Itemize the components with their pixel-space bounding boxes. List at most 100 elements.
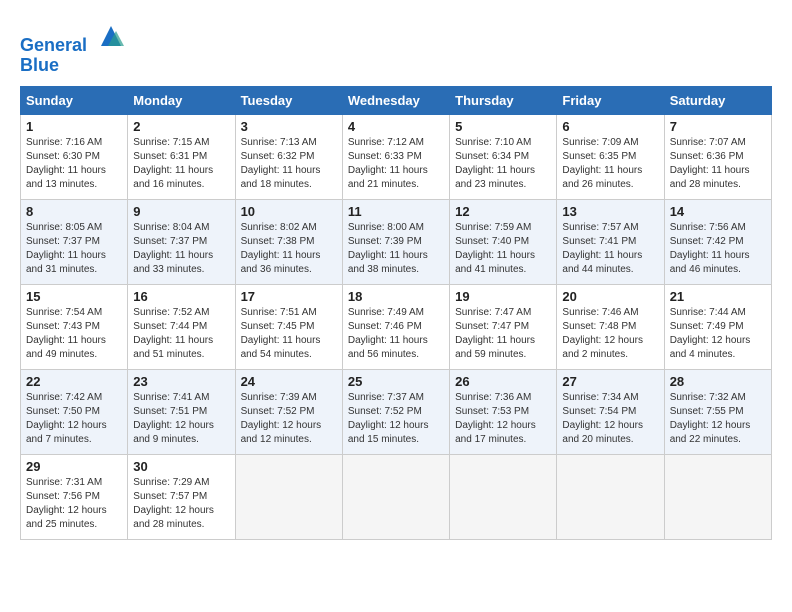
day-number: 23 [133,374,229,389]
calendar-cell: 10Sunrise: 8:02 AMSunset: 7:38 PMDayligh… [235,199,342,284]
calendar-cell [342,454,449,539]
day-info: Sunrise: 7:10 AMSunset: 6:34 PMDaylight:… [455,136,551,192]
day-number: 14 [670,204,766,219]
calendar-cell: 19 Sunrise: 7:47 AMSunset: 7:47 PMDayligh… [450,284,557,369]
logo-text-blue: Blue [20,56,126,76]
day-number: 17 [241,289,337,304]
day-info: Sunrise: 7:29 AMSunset: 7:57 PMDaylight:… [133,476,229,532]
calendar-table: SundayMondayTuesdayWednesdayThursdayFrid… [20,86,772,540]
day-info: Sunrise: 7:12 AMSunset: 6:33 PMDaylight:… [348,136,444,192]
col-header-wednesday: Wednesday [342,86,449,114]
calendar-cell: 13Sunrise: 7:57 AMSunset: 7:41 PMDayligh… [557,199,664,284]
header: General Blue [20,20,772,76]
day-number: 20 [562,289,658,304]
col-header-thursday: Thursday [450,86,557,114]
week-row-3: 15 Sunrise: 7:54 AMSunset: 7:43 PMDayligh… [21,284,772,369]
calendar-cell: 7 Sunrise: 7:07 AMSunset: 6:36 PMDaylight… [664,114,771,199]
week-row-4: 22 Sunrise: 7:42 AMSunset: 7:50 PMDayligh… [21,369,772,454]
day-number: 5 [455,119,551,134]
day-info: Sunrise: 7:44 AMSunset: 7:49 PMDaylight:… [670,306,766,362]
day-info: Sunrise: 7:52 AMSunset: 7:44 PMDaylight:… [133,306,229,362]
calendar-cell: 3 Sunrise: 7:13 AMSunset: 6:32 PMDaylight… [235,114,342,199]
day-number: 3 [241,119,337,134]
day-info: Sunrise: 7:51 AMSunset: 7:45 PMDaylight:… [241,306,337,362]
header-row: SundayMondayTuesdayWednesdayThursdayFrid… [21,86,772,114]
day-info: Sunrise: 8:04 AMSunset: 7:37 PMDaylight:… [133,221,229,277]
day-info: Sunrise: 7:59 AMSunset: 7:40 PMDaylight:… [455,221,551,277]
day-info: Sunrise: 7:54 AMSunset: 7:43 PMDaylight:… [26,306,122,362]
calendar-cell [450,454,557,539]
day-info: Sunrise: 7:47 AMSunset: 7:47 PMDaylight:… [455,306,551,362]
day-number: 16 [133,289,229,304]
calendar-cell: 8 Sunrise: 8:05 AMSunset: 7:37 PMDaylight… [21,199,128,284]
calendar-cell: 29 Sunrise: 7:31 AMSunset: 7:56 PMDayligh… [21,454,128,539]
day-number: 15 [26,289,122,304]
day-number: 30 [133,459,229,474]
col-header-saturday: Saturday [664,86,771,114]
day-number: 18 [348,289,444,304]
day-info: Sunrise: 8:02 AMSunset: 7:38 PMDaylight:… [241,221,337,277]
calendar-cell: 2Sunrise: 7:15 AMSunset: 6:31 PMDaylight… [128,114,235,199]
day-info: Sunrise: 7:56 AMSunset: 7:42 PMDaylight:… [670,221,766,277]
calendar-cell: 28 Sunrise: 7:32 AMSunset: 7:55 PMDayligh… [664,369,771,454]
day-number: 9 [133,204,229,219]
calendar-cell: 21 Sunrise: 7:44 AMSunset: 7:49 PMDayligh… [664,284,771,369]
week-row-2: 8 Sunrise: 8:05 AMSunset: 7:37 PMDaylight… [21,199,772,284]
day-number: 24 [241,374,337,389]
calendar-cell: 27 Sunrise: 7:34 AMSunset: 7:54 PMDayligh… [557,369,664,454]
logo: General Blue [20,25,126,76]
calendar-cell [557,454,664,539]
day-number: 12 [455,204,551,219]
logo-text: General [20,25,126,56]
day-number: 28 [670,374,766,389]
col-header-tuesday: Tuesday [235,86,342,114]
col-header-friday: Friday [557,86,664,114]
day-info: Sunrise: 7:46 AMSunset: 7:48 PMDaylight:… [562,306,658,362]
calendar-cell: 18 Sunrise: 7:49 AMSunset: 7:46 PMDayligh… [342,284,449,369]
day-info: Sunrise: 7:39 AMSunset: 7:52 PMDaylight:… [241,391,337,447]
calendar-cell: 4 Sunrise: 7:12 AMSunset: 6:33 PMDaylight… [342,114,449,199]
day-number: 7 [670,119,766,134]
day-number: 22 [26,374,122,389]
day-info: Sunrise: 7:37 AMSunset: 7:52 PMDaylight:… [348,391,444,447]
calendar-cell: 23Sunrise: 7:41 AMSunset: 7:51 PMDayligh… [128,369,235,454]
calendar-cell [664,454,771,539]
calendar-cell: 22 Sunrise: 7:42 AMSunset: 7:50 PMDayligh… [21,369,128,454]
col-header-monday: Monday [128,86,235,114]
day-info: Sunrise: 7:13 AMSunset: 6:32 PMDaylight:… [241,136,337,192]
day-number: 4 [348,119,444,134]
day-number: 21 [670,289,766,304]
day-number: 25 [348,374,444,389]
day-number: 1 [26,119,122,134]
calendar-cell: 1Sunrise: 7:16 AMSunset: 6:30 PMDaylight… [21,114,128,199]
day-info: Sunrise: 7:07 AMSunset: 6:36 PMDaylight:… [670,136,766,192]
day-number: 8 [26,204,122,219]
day-info: Sunrise: 7:49 AMSunset: 7:46 PMDaylight:… [348,306,444,362]
calendar-cell: 24 Sunrise: 7:39 AMSunset: 7:52 PMDayligh… [235,369,342,454]
calendar-cell: 20 Sunrise: 7:46 AMSunset: 7:48 PMDayligh… [557,284,664,369]
col-header-sunday: Sunday [21,86,128,114]
week-row-5: 29 Sunrise: 7:31 AMSunset: 7:56 PMDayligh… [21,454,772,539]
day-number: 27 [562,374,658,389]
day-info: Sunrise: 7:09 AMSunset: 6:35 PMDaylight:… [562,136,658,192]
day-number: 29 [26,459,122,474]
day-info: Sunrise: 7:34 AMSunset: 7:54 PMDaylight:… [562,391,658,447]
day-number: 26 [455,374,551,389]
day-info: Sunrise: 8:05 AMSunset: 7:37 PMDaylight:… [26,221,122,277]
day-info: Sunrise: 7:32 AMSunset: 7:55 PMDaylight:… [670,391,766,447]
calendar-cell: 16 Sunrise: 7:52 AMSunset: 7:44 PMDayligh… [128,284,235,369]
calendar-cell: 15 Sunrise: 7:54 AMSunset: 7:43 PMDayligh… [21,284,128,369]
week-row-1: 1Sunrise: 7:16 AMSunset: 6:30 PMDaylight… [21,114,772,199]
day-info: Sunrise: 8:00 AMSunset: 7:39 PMDaylight:… [348,221,444,277]
calendar-cell [235,454,342,539]
day-info: Sunrise: 7:36 AMSunset: 7:53 PMDaylight:… [455,391,551,447]
day-info: Sunrise: 7:15 AMSunset: 6:31 PMDaylight:… [133,136,229,192]
day-number: 11 [348,204,444,219]
calendar-cell: 9 Sunrise: 8:04 AMSunset: 7:37 PMDaylight… [128,199,235,284]
calendar-cell: 14 Sunrise: 7:56 AMSunset: 7:42 PMDayligh… [664,199,771,284]
day-info: Sunrise: 7:42 AMSunset: 7:50 PMDaylight:… [26,391,122,447]
calendar-cell: 12 Sunrise: 7:59 AMSunset: 7:40 PMDayligh… [450,199,557,284]
calendar-cell: 11 Sunrise: 8:00 AMSunset: 7:39 PMDayligh… [342,199,449,284]
day-info: Sunrise: 7:31 AMSunset: 7:56 PMDaylight:… [26,476,122,532]
day-number: 19 [455,289,551,304]
